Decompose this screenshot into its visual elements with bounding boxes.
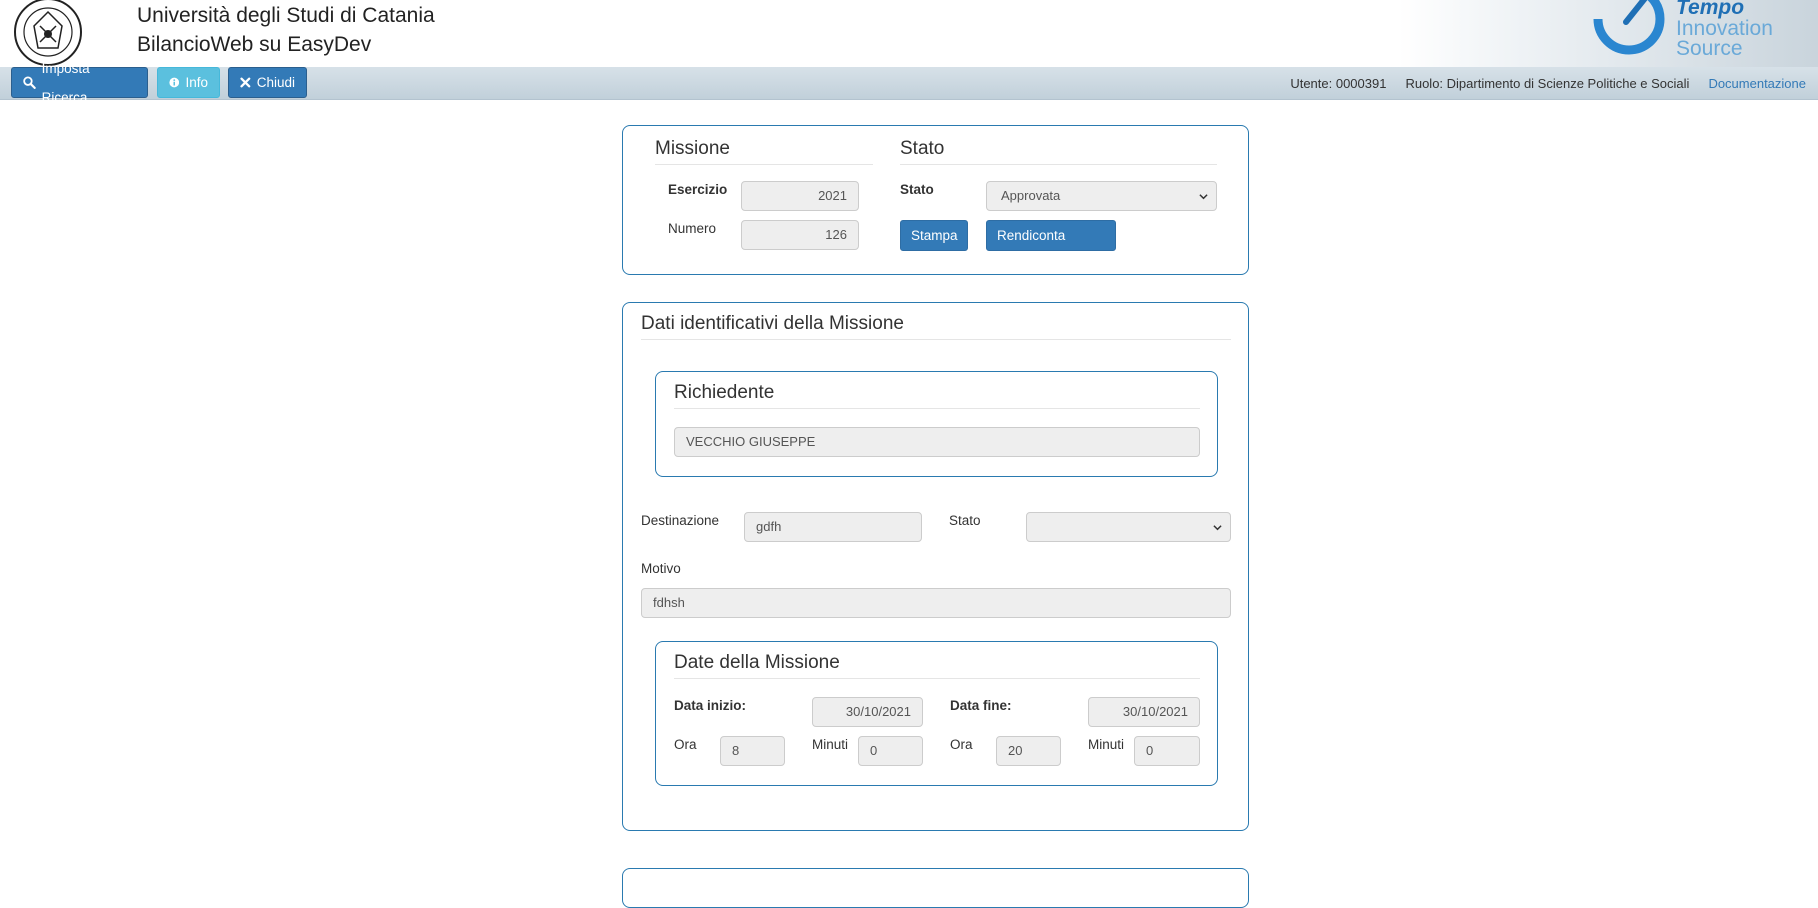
date-missione-panel: Date della Missione Data inizio: 30/10/2… (655, 641, 1218, 786)
stato-select-value: Approvata (1001, 188, 1061, 203)
motivo-field[interactable]: fdhsh (641, 588, 1231, 618)
chevron-down-icon (1199, 194, 1208, 200)
brand-line-2: Innovation (1676, 17, 1773, 40)
app-subtitle: BilancioWeb su EasyDev (137, 33, 372, 56)
numero-label: Numero (668, 221, 717, 236)
missione-panel: Missione Esercizio 2021 Numero 126 Stato… (622, 125, 1249, 275)
esercizio-field[interactable]: 2021 (741, 181, 859, 211)
richiedente-field[interactable]: VECCHIO GIUSEPPE (674, 427, 1200, 457)
stato-missione-select[interactable] (1026, 512, 1231, 542)
user-info: Utente: 0000391 Ruolo: Dipartimento di S… (1290, 76, 1806, 91)
app-header: Università degli Studi di Catania Bilanc… (0, 0, 1818, 67)
date-missione-legend: Date della Missione (674, 652, 1200, 679)
fine-minuti-label: Minuti (1088, 737, 1125, 752)
info-icon (169, 77, 180, 88)
documentation-link[interactable]: Documentazione (1708, 76, 1806, 91)
user-role: Ruolo: Dipartimento di Scienze Politiche… (1405, 76, 1690, 91)
brand-line-3: Source (1676, 37, 1743, 60)
rendiconta-spese-button[interactable]: Rendiconta Spese (986, 220, 1116, 272)
numero-field[interactable]: 126 (741, 220, 859, 250)
fine-minuti-field[interactable]: 0 (1134, 736, 1200, 766)
search-icon (23, 76, 36, 89)
inizio-minuti-field[interactable]: 0 (858, 736, 923, 766)
motivo-label: Motivo (641, 561, 681, 576)
missione-legend: Missione (655, 138, 873, 165)
data-fine-field[interactable]: 30/10/2021 (1088, 697, 1200, 727)
app-title: Università degli Studi di Catania (137, 4, 435, 27)
chevron-down-icon (1213, 525, 1222, 531)
stato-missione-label: Stato (949, 513, 981, 528)
toolbar: Imposta Ricerca Info Chiudi Utente: 0000… (0, 61, 1818, 105)
info-button[interactable]: Info (157, 67, 220, 98)
data-inizio-field[interactable]: 30/10/2021 (812, 697, 923, 727)
close-button[interactable]: Chiudi (228, 67, 307, 98)
fine-ora-label: Ora (950, 737, 973, 752)
search-button-label: Imposta Ricerca (41, 60, 90, 105)
dati-missione-panel: Dati identificativi della Missione Richi… (622, 302, 1249, 831)
inizio-ora-label: Ora (674, 737, 697, 752)
inizio-minuti-label: Minuti (812, 737, 849, 752)
dati-missione-legend: Dati identificativi della Missione (641, 313, 1231, 340)
close-button-label: Chiudi (256, 75, 295, 90)
destinazione-label: Destinazione (641, 513, 720, 528)
stato-label: Stato (900, 182, 934, 197)
stampa-button[interactable]: Stampa (900, 220, 968, 251)
richiedente-legend: Richiedente (674, 382, 1200, 409)
next-panel-edge (622, 868, 1249, 908)
data-fine-label: Data fine: (950, 698, 1012, 713)
destinazione-field[interactable]: gdfh (744, 512, 922, 542)
stato-legend: Stato (900, 138, 1217, 165)
info-button-label: Info (185, 75, 208, 90)
brand-ring-icon (1593, 0, 1665, 55)
brand-logo: Tempo Innovation Source (1588, 0, 1818, 67)
data-inizio-label: Data inizio: (674, 698, 747, 713)
close-icon (240, 77, 251, 88)
richiedente-panel: Richiedente VECCHIO GIUSEPPE (655, 371, 1218, 477)
stato-select[interactable]: Approvata (986, 181, 1217, 211)
esercizio-label: Esercizio (668, 182, 728, 197)
user-id: Utente: 0000391 (1290, 76, 1387, 91)
search-button[interactable]: Imposta Ricerca (11, 61, 148, 105)
fine-ora-field[interactable]: 20 (996, 736, 1061, 766)
inizio-ora-field[interactable]: 8 (720, 736, 785, 766)
